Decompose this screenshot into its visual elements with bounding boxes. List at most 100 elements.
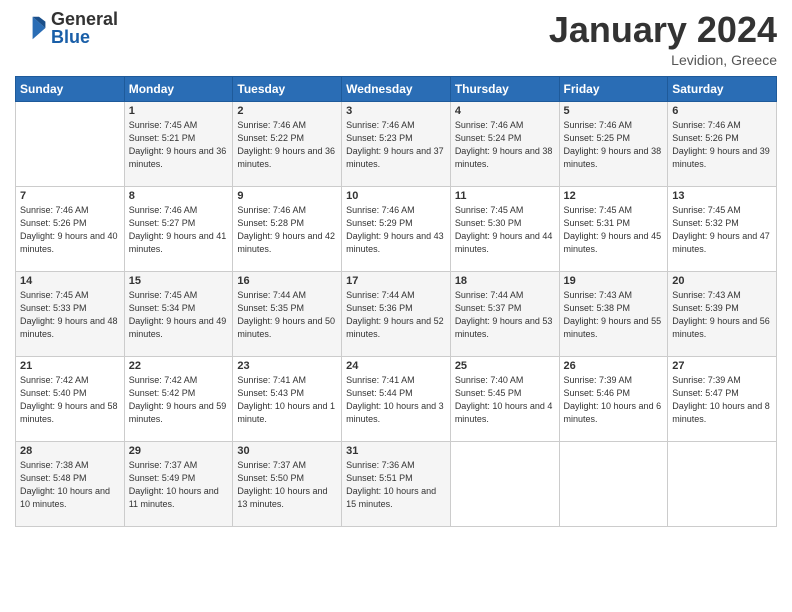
week-row-5: 28 Sunrise: 7:38 AM Sunset: 5:48 PM Dayli… [16,441,777,526]
calendar-cell: 31Sunrise: 7:36 AM Sunset: 5:51 PM Dayli… [342,441,451,526]
day-info: Sunrise: 7:46 AM Sunset: 5:23 PM Dayligh… [346,119,446,171]
day-info: Sunrise: 7:38 AM Sunset: 5:48 PM Dayligh… [20,459,120,511]
logo: General Blue [15,10,118,46]
day-info: Sunrise: 7:45 AM Sunset: 5:21 PM Dayligh… [129,119,229,171]
day-number: 4 [455,105,555,117]
weekday-header-sunday: Sunday [16,76,125,101]
calendar-cell: 15 Sunrise: 7:45 AM Sunset: 5:34 PM Dayli… [124,271,233,356]
day-info: Sunrise: 7:46 AM Sunset: 5:22 PM Dayligh… [237,119,337,171]
week-row-3: 14 Sunrise: 7:45 AM Sunset: 5:33 PM Dayli… [16,271,777,356]
day-number: 5 [564,105,664,117]
calendar-cell [450,441,559,526]
day-number: 2 [237,105,337,117]
calendar-cell: 23Sunrise: 7:41 AM Sunset: 5:43 PM Dayli… [233,356,342,441]
calendar-cell: 22 Sunrise: 7:42 AM Sunset: 5:42 PM Dayli… [124,356,233,441]
day-number: 22 [129,360,229,372]
calendar-cell: 6 Sunrise: 7:46 AM Sunset: 5:26 PM Daylig… [668,101,777,186]
day-info: Sunrise: 7:46 AM Sunset: 5:28 PM Dayligh… [237,204,337,256]
logo-text: General Blue [51,10,118,46]
page: General Blue January 2024 Levidion, Gree… [0,0,792,612]
day-number: 29 [129,445,229,457]
day-number: 8 [129,190,229,202]
day-number: 23 [237,360,337,372]
day-info: Sunrise: 7:46 AM Sunset: 5:27 PM Dayligh… [129,204,229,256]
weekday-header-row: SundayMondayTuesdayWednesdayThursdayFrid… [16,76,777,101]
header: General Blue January 2024 Levidion, Gree… [15,10,777,68]
weekday-header-monday: Monday [124,76,233,101]
day-info: Sunrise: 7:45 AM Sunset: 5:32 PM Dayligh… [672,204,772,256]
calendar-cell: 1Sunrise: 7:45 AM Sunset: 5:21 PM Daylig… [124,101,233,186]
day-info: Sunrise: 7:44 AM Sunset: 5:35 PM Dayligh… [237,289,337,341]
weekday-header-friday: Friday [559,76,668,101]
calendar-cell: 30 Sunrise: 7:37 AM Sunset: 5:50 PM Dayli… [233,441,342,526]
day-number: 11 [455,190,555,202]
calendar-cell: 17 Sunrise: 7:44 AM Sunset: 5:36 PM Dayli… [342,271,451,356]
day-number: 25 [455,360,555,372]
calendar-cell: 12 Sunrise: 7:45 AM Sunset: 5:31 PM Dayli… [559,186,668,271]
day-number: 18 [455,275,555,287]
day-number: 13 [672,190,772,202]
calendar-cell: 9 Sunrise: 7:46 AM Sunset: 5:28 PM Daylig… [233,186,342,271]
week-row-1: 1Sunrise: 7:45 AM Sunset: 5:21 PM Daylig… [16,101,777,186]
location: Levidion, Greece [549,52,777,68]
day-number: 31 [346,445,446,457]
calendar-cell: 11 Sunrise: 7:45 AM Sunset: 5:30 PM Dayli… [450,186,559,271]
month-title: January 2024 [549,10,777,50]
day-number: 30 [237,445,337,457]
day-info: Sunrise: 7:43 AM Sunset: 5:39 PM Dayligh… [672,289,772,341]
calendar-cell [559,441,668,526]
day-info: Sunrise: 7:45 AM Sunset: 5:33 PM Dayligh… [20,289,120,341]
day-number: 20 [672,275,772,287]
day-info: Sunrise: 7:39 AM Sunset: 5:47 PM Dayligh… [672,374,772,426]
day-number: 10 [346,190,446,202]
weekday-header-thursday: Thursday [450,76,559,101]
day-number: 21 [20,360,120,372]
calendar-cell: 14 Sunrise: 7:45 AM Sunset: 5:33 PM Dayli… [16,271,125,356]
day-info: Sunrise: 7:44 AM Sunset: 5:36 PM Dayligh… [346,289,446,341]
day-number: 6 [672,105,772,117]
day-info: Sunrise: 7:37 AM Sunset: 5:49 PM Dayligh… [129,459,229,511]
calendar-cell: 18 Sunrise: 7:44 AM Sunset: 5:37 PM Dayli… [450,271,559,356]
day-info: Sunrise: 7:43 AM Sunset: 5:38 PM Dayligh… [564,289,664,341]
logo-general: General [51,10,118,28]
day-info: Sunrise: 7:45 AM Sunset: 5:31 PM Dayligh… [564,204,664,256]
day-info: Sunrise: 7:46 AM Sunset: 5:24 PM Dayligh… [455,119,555,171]
day-number: 14 [20,275,120,287]
day-number: 28 [20,445,120,457]
day-info: Sunrise: 7:45 AM Sunset: 5:34 PM Dayligh… [129,289,229,341]
day-number: 24 [346,360,446,372]
day-number: 17 [346,275,446,287]
day-number: 12 [564,190,664,202]
day-number: 3 [346,105,446,117]
day-info: Sunrise: 7:46 AM Sunset: 5:26 PM Dayligh… [672,119,772,171]
weekday-header-tuesday: Tuesday [233,76,342,101]
day-number: 7 [20,190,120,202]
day-number: 15 [129,275,229,287]
calendar-cell: 29 Sunrise: 7:37 AM Sunset: 5:49 PM Dayli… [124,441,233,526]
day-number: 19 [564,275,664,287]
calendar-cell: 16 Sunrise: 7:44 AM Sunset: 5:35 PM Dayli… [233,271,342,356]
calendar-cell: 20 Sunrise: 7:43 AM Sunset: 5:39 PM Dayli… [668,271,777,356]
week-row-2: 7Sunrise: 7:46 AM Sunset: 5:26 PM Daylig… [16,186,777,271]
calendar-cell: 28 Sunrise: 7:38 AM Sunset: 5:48 PM Dayli… [16,441,125,526]
calendar-cell: 8 Sunrise: 7:46 AM Sunset: 5:27 PM Daylig… [124,186,233,271]
logo-icon [15,12,47,44]
day-info: Sunrise: 7:40 AM Sunset: 5:45 PM Dayligh… [455,374,555,426]
day-info: Sunrise: 7:42 AM Sunset: 5:40 PM Dayligh… [20,374,120,426]
calendar-cell [668,441,777,526]
day-info: Sunrise: 7:39 AM Sunset: 5:46 PM Dayligh… [564,374,664,426]
calendar-cell: 21 Sunrise: 7:42 AM Sunset: 5:40 PM Dayli… [16,356,125,441]
calendar-cell: 24Sunrise: 7:41 AM Sunset: 5:44 PM Dayli… [342,356,451,441]
day-info: Sunrise: 7:44 AM Sunset: 5:37 PM Dayligh… [455,289,555,341]
day-number: 16 [237,275,337,287]
calendar-cell: 27 Sunrise: 7:39 AM Sunset: 5:47 PM Dayli… [668,356,777,441]
calendar-cell: 19 Sunrise: 7:43 AM Sunset: 5:38 PM Dayli… [559,271,668,356]
day-info: Sunrise: 7:37 AM Sunset: 5:50 PM Dayligh… [237,459,337,511]
calendar-cell: 13 Sunrise: 7:45 AM Sunset: 5:32 PM Dayli… [668,186,777,271]
weekday-header-wednesday: Wednesday [342,76,451,101]
day-info: Sunrise: 7:45 AM Sunset: 5:30 PM Dayligh… [455,204,555,256]
day-info: Sunrise: 7:42 AM Sunset: 5:42 PM Dayligh… [129,374,229,426]
logo-blue: Blue [51,28,118,46]
day-number: 27 [672,360,772,372]
day-number: 9 [237,190,337,202]
